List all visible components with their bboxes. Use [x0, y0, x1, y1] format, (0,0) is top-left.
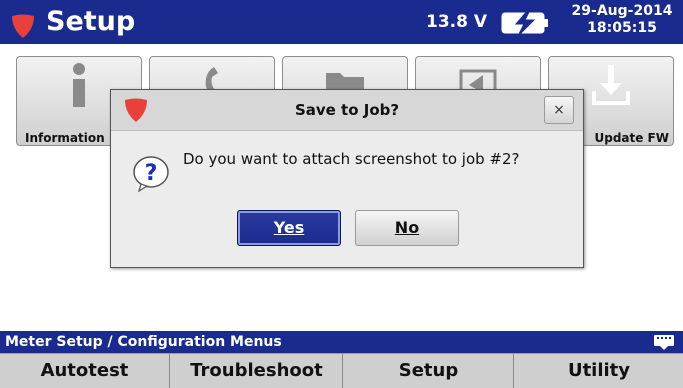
tab-troubleshoot[interactable]: Troubleshoot	[171, 354, 343, 388]
close-button[interactable]: ×	[544, 96, 574, 124]
tab-autotest[interactable]: Autotest	[0, 354, 170, 388]
battery-charging-icon	[501, 10, 548, 36]
dialog-titlebar: Save to Job? ×	[111, 90, 583, 131]
question-icon: ?	[133, 156, 169, 193]
voltage-readout: 13.8 V	[426, 12, 488, 32]
breadcrumb: Meter Setup / Configuration Menus	[5, 334, 282, 350]
breadcrumb-bar: Meter Setup / Configuration Menus	[0, 331, 683, 353]
tab-utility[interactable]: Utility	[515, 354, 683, 388]
page-title: Setup	[46, 6, 136, 37]
dialog-message: Do you want to attach screenshot to job …	[183, 150, 520, 168]
header-bar: Setup 13.8 V 29-Aug-2014 18:05:15	[0, 0, 683, 44]
save-to-job-dialog: Save to Job? × ? Do you want to attach s…	[110, 89, 584, 268]
no-label: No	[394, 218, 420, 237]
bottom-tab-bar: Autotest Troubleshoot Setup Utility	[0, 353, 683, 388]
tab-setup[interactable]: Setup	[344, 354, 514, 388]
date-readout: 29-Aug-2014	[571, 3, 673, 19]
shield-logo-icon	[12, 14, 34, 38]
dialog-title: Save to Job?	[294, 101, 400, 119]
svg-text:?: ?	[145, 161, 158, 186]
update-fw-label: Update FW	[594, 131, 669, 145]
no-button[interactable]: No	[355, 210, 459, 246]
yes-label: Yes	[273, 218, 305, 237]
keyboard-icon[interactable]	[653, 334, 675, 350]
time-readout: 18:05:15	[587, 20, 657, 36]
yes-button[interactable]: Yes	[237, 210, 341, 246]
